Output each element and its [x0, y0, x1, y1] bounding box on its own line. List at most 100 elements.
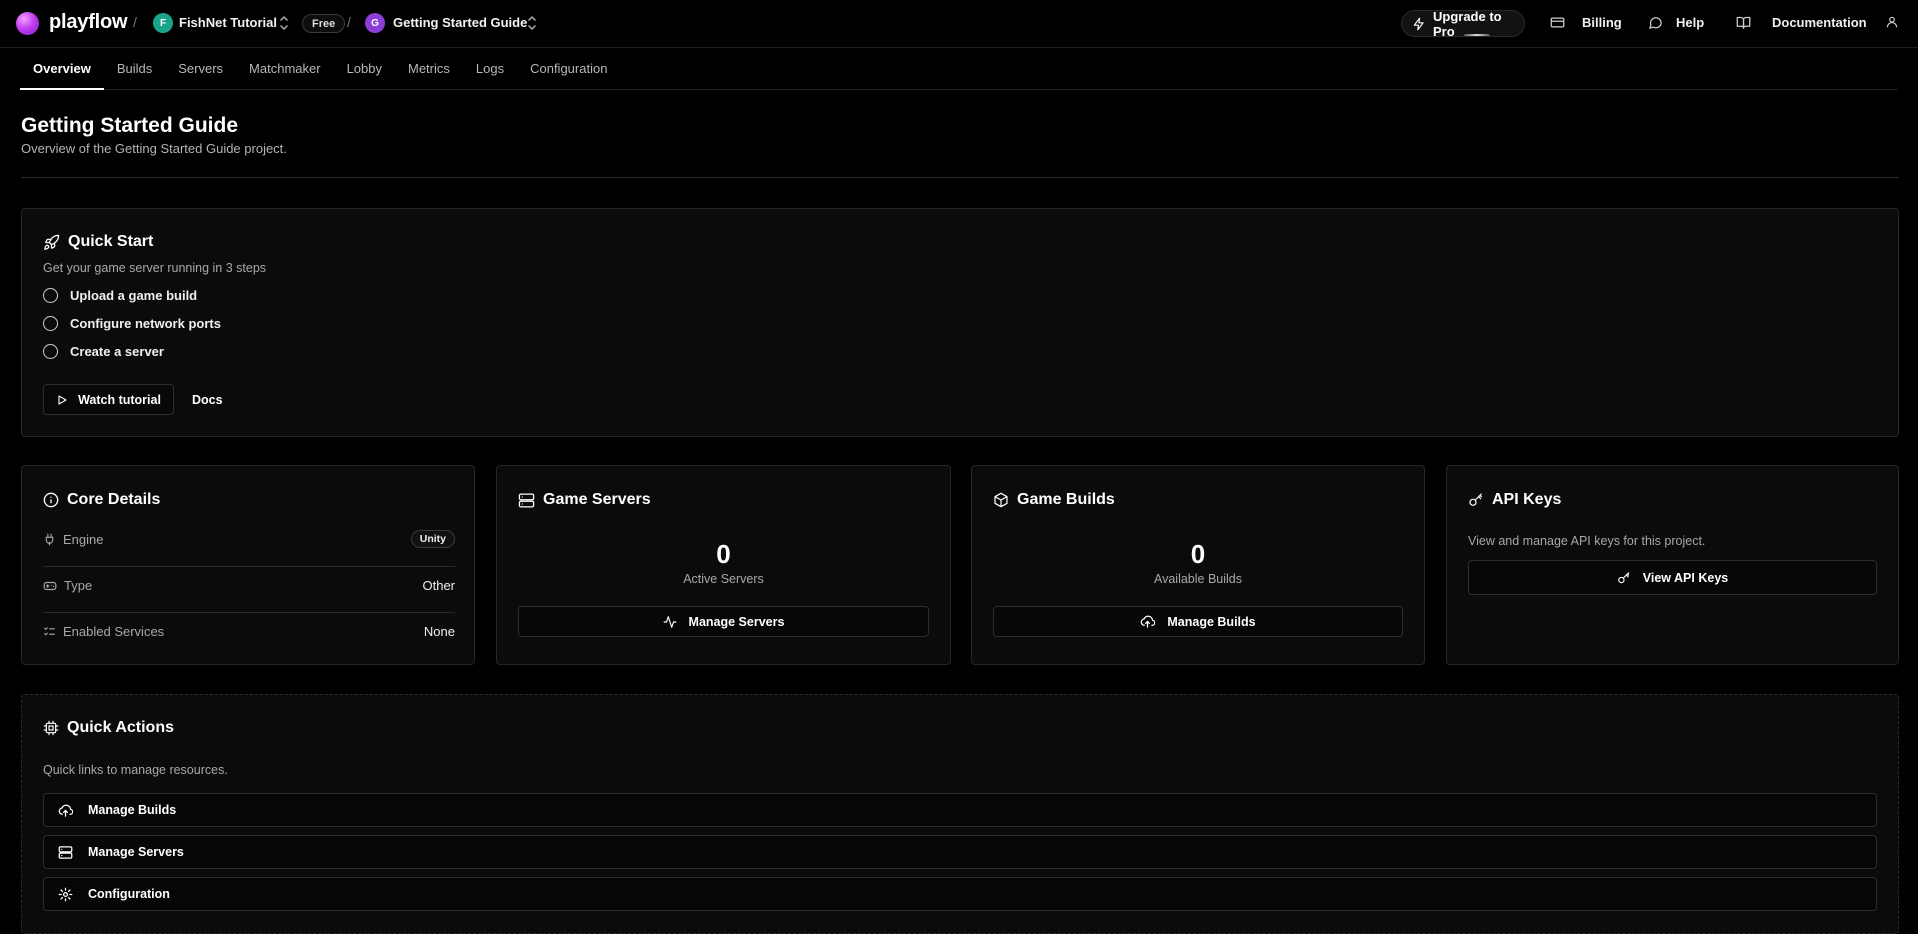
- tab-builds[interactable]: Builds: [104, 48, 165, 89]
- step-upload-build[interactable]: Upload a game build: [43, 288, 197, 303]
- key-icon: [1468, 492, 1484, 508]
- project-avatar[interactable]: G: [365, 13, 385, 33]
- engine-label-text: Engine: [63, 531, 104, 547]
- game-builds-title-text: Game Builds: [1017, 491, 1115, 508]
- tab-lobby[interactable]: Lobby: [334, 48, 395, 89]
- workspace-switcher[interactable]: FishNet Tutorial: [179, 15, 277, 30]
- quick-action-configuration[interactable]: Configuration: [43, 877, 1877, 911]
- step-label: Upload a game build: [70, 288, 198, 303]
- active-servers-label: Active Servers: [683, 572, 764, 586]
- game-servers-title-text: Game Servers: [543, 491, 651, 508]
- cloud-upload-icon: [58, 803, 73, 818]
- engine-badge: Unity: [410, 530, 455, 548]
- quick-action-label: Configuration: [88, 887, 170, 901]
- quick-start-subtitle: Get your game server running in 3 steps: [43, 261, 267, 275]
- quick-action-label: Manage Builds: [88, 803, 177, 817]
- quick-actions-subtitle: Quick links to manage resources.: [43, 763, 228, 777]
- step-label: Create a server: [70, 344, 164, 359]
- page-subtitle: Overview of the Getting Started Guide pr…: [21, 141, 287, 156]
- brand-name[interactable]: playflow: [49, 11, 128, 34]
- info-icon: [43, 492, 59, 508]
- docs-button[interactable]: Docs: [192, 393, 223, 407]
- chevrons-up-down-icon[interactable]: [278, 13, 290, 33]
- core-details-card: Core Details Engine Unity Type Other Ena…: [21, 465, 475, 665]
- quick-start-title-text: Quick Start: [68, 233, 154, 250]
- documentation-link[interactable]: Documentation: [1736, 15, 1867, 30]
- step-radio[interactable]: [43, 344, 58, 359]
- manage-servers-button[interactable]: Manage Servers: [518, 606, 929, 637]
- upgrade-button[interactable]: Upgrade to Pro: [1401, 10, 1525, 37]
- plan-badge: Free: [302, 14, 346, 33]
- server-icon: [58, 845, 73, 860]
- tab-overview[interactable]: Overview: [20, 48, 104, 90]
- project-switcher[interactable]: Getting Started Guide: [393, 15, 527, 30]
- api-keys-title: API Keys: [1468, 491, 1561, 509]
- core-details-title-text: Core Details: [67, 491, 161, 508]
- user-icon: [1885, 15, 1899, 29]
- tab-logs[interactable]: Logs: [463, 48, 517, 89]
- play-icon: [56, 394, 68, 406]
- game-servers-title: Game Servers: [518, 491, 651, 509]
- quick-actions-card: Quick Actions Quick links to manage reso…: [21, 694, 1899, 934]
- divider: [21, 177, 1899, 178]
- user-menu-button[interactable]: [1885, 15, 1899, 29]
- tab-configuration[interactable]: Configuration: [517, 48, 620, 89]
- api-keys-card: API Keys View and manage API keys for th…: [1446, 465, 1899, 665]
- quick-action-manage-servers[interactable]: Manage Servers: [43, 835, 1877, 869]
- activity-icon: [663, 615, 677, 629]
- billing-label: Billing: [1582, 15, 1622, 30]
- type-label-text: Type: [64, 578, 93, 593]
- watch-tutorial-button[interactable]: Watch tutorial: [43, 384, 174, 415]
- package-icon: [993, 492, 1009, 508]
- chevrons-up-down-icon[interactable]: [526, 13, 538, 33]
- breadcrumb-separator: /: [347, 14, 351, 30]
- type-value: Other: [422, 578, 455, 593]
- available-builds-count: 0: [1190, 539, 1206, 569]
- help-link[interactable]: Help: [1648, 15, 1704, 30]
- project-tabs: Overview Builds Servers Matchmaker Lobby…: [20, 48, 1898, 90]
- help-label: Help: [1676, 15, 1705, 30]
- engine-label: Engine: [43, 532, 103, 547]
- breadcrumb-separator: /: [133, 14, 137, 30]
- core-details-title: Core Details: [43, 491, 160, 509]
- quick-start-title: Quick Start: [43, 233, 153, 251]
- step-configure-ports[interactable]: Configure network ports: [43, 316, 221, 331]
- game-builds-card: Game Builds 0 Available Builds Manage Bu…: [971, 465, 1425, 665]
- tab-servers[interactable]: Servers: [165, 48, 236, 89]
- manage-servers-label: Manage Servers: [688, 614, 785, 629]
- enabled-services-row: Enabled Services None: [43, 624, 455, 639]
- available-builds-label: Available Builds: [1153, 572, 1243, 586]
- upgrade-label: Upgrade to Pro: [1433, 10, 1502, 37]
- quick-actions-title: Quick Actions: [43, 719, 174, 737]
- credit-card-icon: [1550, 15, 1565, 30]
- gamepad-icon: [43, 579, 57, 593]
- tab-matchmaker[interactable]: Matchmaker: [236, 48, 334, 89]
- divider: [43, 612, 455, 613]
- api-keys-title-text: API Keys: [1492, 491, 1562, 508]
- enabled-services-label: Enabled Services: [43, 624, 164, 639]
- top-bar: playflow / F FishNet Tutorial Free / G G…: [0, 0, 1918, 48]
- cloud-upload-icon: [1140, 614, 1156, 629]
- engine-row: Engine Unity: [43, 530, 455, 548]
- quick-action-manage-builds[interactable]: Manage Builds: [43, 793, 1877, 827]
- manage-builds-button[interactable]: Manage Builds: [993, 606, 1403, 637]
- quick-action-label: Manage Servers: [88, 845, 184, 859]
- api-keys-description: View and manage API keys for this projec…: [1468, 534, 1706, 548]
- type-label: Type: [43, 578, 92, 593]
- view-api-keys-button[interactable]: View API Keys: [1468, 560, 1877, 595]
- game-builds-title: Game Builds: [993, 491, 1115, 509]
- plug-icon: [43, 533, 56, 546]
- workspace-avatar[interactable]: F: [153, 13, 173, 33]
- playflow-logo-icon[interactable]: [16, 12, 39, 35]
- enabled-services-label-text: Enabled Services: [63, 624, 165, 639]
- step-create-server[interactable]: Create a server: [43, 344, 164, 359]
- quick-start-card: Quick Start Get your game server running…: [21, 208, 1899, 437]
- step-radio[interactable]: [43, 316, 58, 331]
- billing-link[interactable]: Billing: [1550, 15, 1622, 30]
- list-checks-icon: [43, 625, 56, 638]
- manage-builds-label: Manage Builds: [1167, 614, 1256, 629]
- step-label: Configure network ports: [70, 316, 221, 331]
- page-title: Getting Started Guide: [21, 114, 239, 137]
- tab-metrics[interactable]: Metrics: [395, 48, 463, 89]
- step-radio[interactable]: [43, 288, 58, 303]
